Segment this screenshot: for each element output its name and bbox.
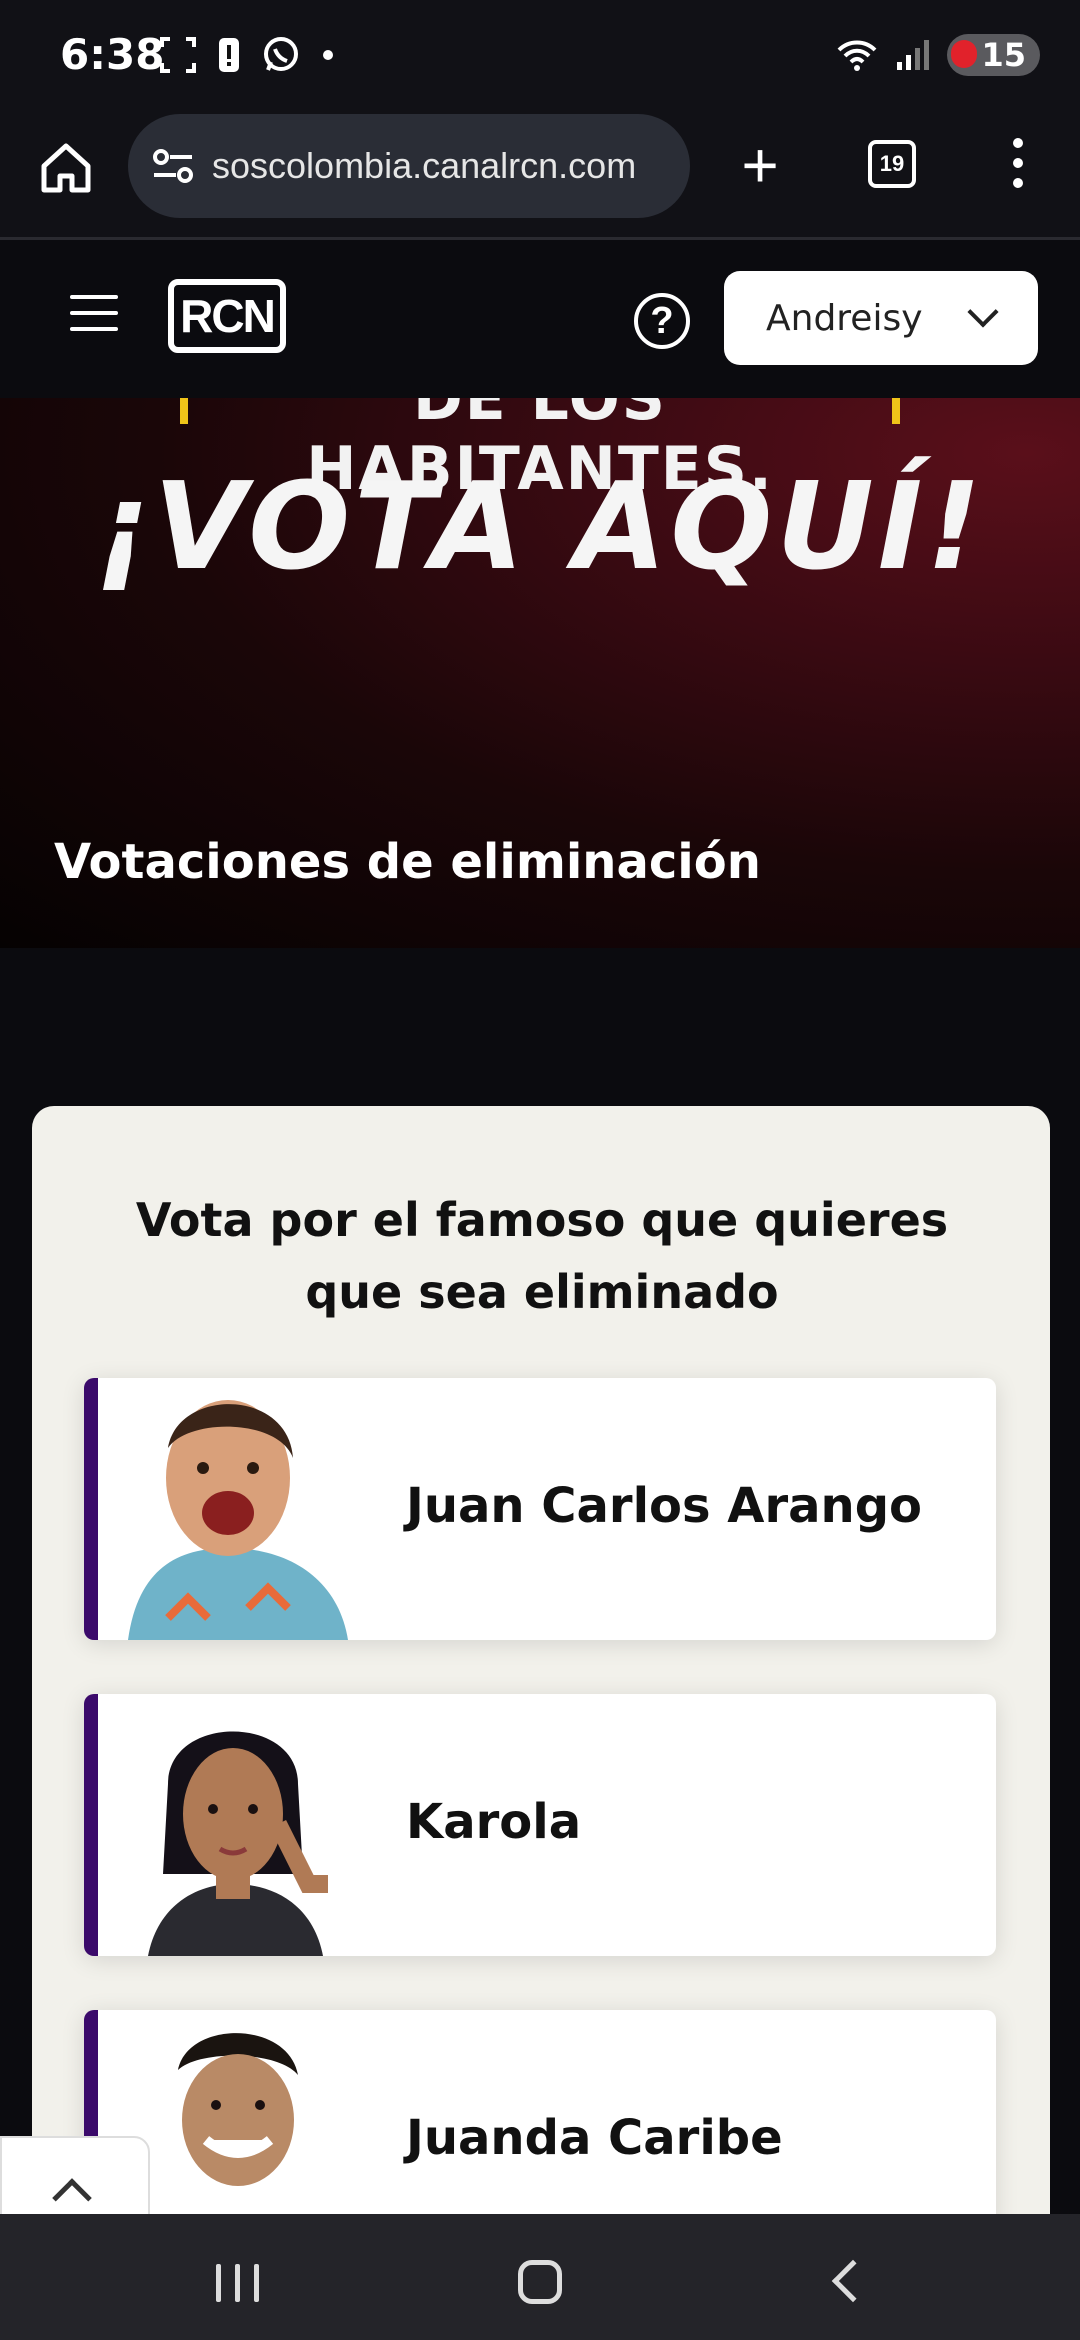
url-text[interactable]: soscolombia.canalrcn.com bbox=[212, 145, 636, 187]
signal-icon bbox=[897, 40, 930, 70]
wifi-icon bbox=[838, 40, 877, 71]
tab-switcher-button[interactable]: 19 bbox=[868, 140, 916, 188]
status-bar: 6:38 15 bbox=[0, 0, 1080, 110]
hero-top-text: DE LOS HABITANTES. bbox=[180, 398, 900, 504]
rcn-logo[interactable]: RCN bbox=[168, 279, 286, 353]
candidate-card[interactable]: Juan Carlos Arango bbox=[84, 1378, 996, 1640]
chevron-down-icon bbox=[967, 296, 999, 328]
site-header: RCN ? Andreisy bbox=[0, 243, 1080, 398]
battery-indicator: 15 bbox=[947, 34, 1040, 76]
status-icons-left bbox=[160, 36, 334, 74]
candidate-name: Juanda Caribe bbox=[406, 2110, 783, 2166]
site-settings-icon[interactable] bbox=[152, 148, 194, 184]
home-button[interactable] bbox=[518, 2260, 562, 2304]
address-bar[interactable]: soscolombia.canalrcn.com bbox=[128, 114, 690, 218]
candidate-card[interactable]: Karola bbox=[84, 1694, 996, 1956]
chevron-up-icon bbox=[52, 2178, 92, 2218]
hamburger-menu-icon[interactable] bbox=[70, 295, 118, 335]
whatsapp-icon bbox=[264, 37, 298, 71]
status-icons-right: 15 bbox=[837, 34, 1040, 76]
candidate-name: Juan Carlos Arango bbox=[406, 1478, 923, 1534]
vote-title: Vota por el famoso que quieres que sea e… bbox=[135, 1193, 949, 1319]
alert-icon bbox=[219, 38, 239, 72]
candidate-name: Karola bbox=[406, 1794, 582, 1850]
browser-menu-icon[interactable] bbox=[1008, 138, 1028, 194]
status-time: 6:38 bbox=[60, 30, 165, 79]
back-button[interactable] bbox=[831, 2259, 875, 2303]
screenshot-icon bbox=[160, 37, 196, 73]
system-navigation-bar bbox=[0, 2214, 1080, 2340]
home-icon[interactable] bbox=[36, 138, 96, 198]
new-tab-button[interactable]: + bbox=[730, 130, 790, 200]
dot-icon bbox=[323, 50, 333, 60]
candidate-photo bbox=[128, 1400, 348, 1640]
user-dropdown[interactable]: Andreisy bbox=[724, 271, 1038, 365]
help-icon[interactable]: ? bbox=[634, 293, 690, 349]
recent-apps-button[interactable] bbox=[216, 2264, 259, 2302]
browser-toolbar: soscolombia.canalrcn.com + 19 bbox=[0, 110, 1080, 240]
vote-card: Vota por el famoso que quieres que sea e… bbox=[32, 1106, 1050, 2256]
candidate-photo bbox=[148, 1731, 328, 1956]
hero-banner: DE LOS HABITANTES. ¡VOTA AQUÍ! Votacione… bbox=[0, 398, 1080, 948]
user-name: Andreisy bbox=[766, 297, 923, 339]
hero-subtitle: Votaciones de eliminación bbox=[54, 834, 761, 890]
hero-headline: ¡VOTA AQUÍ! bbox=[94, 458, 986, 597]
